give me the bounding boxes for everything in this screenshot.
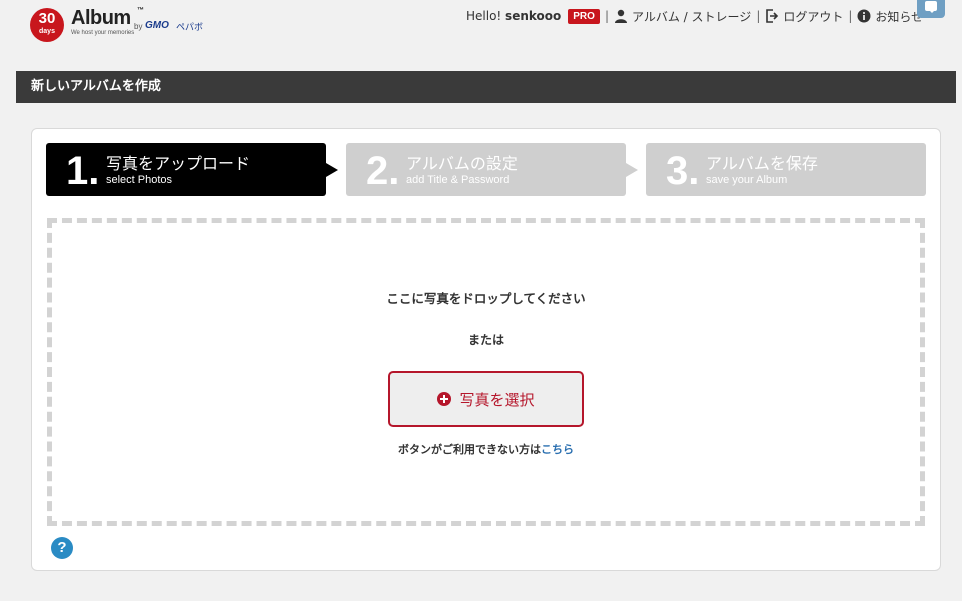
step-label: アルバムを保存 xyxy=(706,154,818,173)
step-sublabel: save your Album xyxy=(706,174,788,186)
nav-logout-link[interactable]: ログアウト xyxy=(765,8,843,25)
greeting: Hello! senkooo xyxy=(466,9,561,23)
logo-badge: 30 days xyxy=(30,8,64,42)
select-photos-label: 写真を選択 xyxy=(459,390,535,409)
step-3-save: 3. アルバムを保存 save your Album xyxy=(646,143,926,196)
help-icon[interactable]: ? xyxy=(51,537,73,559)
logo-pepabo: ペパボ xyxy=(176,22,204,32)
top-nav: Hello! senkooo PRO | アルバム / ストレージ | ログアウ… xyxy=(466,7,923,25)
logo-by: by xyxy=(134,22,143,31)
step-1-upload: 1. 写真をアップロード select Photos xyxy=(46,143,338,196)
step-number: 1. xyxy=(66,149,100,193)
logo[interactable]: 30 days Album ™ by GMO ペパボ We host your … xyxy=(30,7,215,43)
user-icon xyxy=(614,9,627,23)
step-label: アルバムの設定 xyxy=(406,154,518,173)
step-sublabel: add Title & Password xyxy=(406,174,510,186)
step-number: 2. xyxy=(366,149,400,193)
step-2-settings: 2. アルバムの設定 add Title & Password xyxy=(346,143,638,196)
logo-trademark: ™ xyxy=(137,7,144,14)
logo-gmo: GMO xyxy=(145,20,169,31)
select-photos-button[interactable]: 写真を選択 xyxy=(388,371,584,427)
logo-days: days xyxy=(39,28,55,35)
logo-name: Album xyxy=(71,7,131,29)
upload-panel: 1. 写真をアップロード select Photos 2. アルバムの設定 ad… xyxy=(31,128,941,571)
username: senkooo xyxy=(505,9,562,23)
logo-tagline: We host your memories xyxy=(71,30,135,36)
or-label: または xyxy=(467,333,504,347)
fallback-prefix: ボタンがご利用できない方は xyxy=(398,443,541,456)
pro-badge: PRO xyxy=(568,8,600,24)
feedback-button[interactable] xyxy=(917,0,945,18)
step-number: 3. xyxy=(666,149,700,193)
nav-news-link[interactable]: お知らせ xyxy=(857,8,923,25)
step-arrow xyxy=(626,163,638,177)
logout-icon xyxy=(766,9,779,23)
nav-separator: | xyxy=(756,9,761,23)
plus-circle-icon xyxy=(437,392,452,406)
nav-album-storage-label: アルバム / ストレージ xyxy=(631,9,752,24)
greeting-prefix: Hello! xyxy=(466,9,506,23)
nav-separator: | xyxy=(848,9,853,23)
step-arrow xyxy=(326,163,338,177)
speech-bubble-icon xyxy=(925,1,937,13)
logo-number: 30 xyxy=(38,10,56,27)
info-icon xyxy=(857,9,871,23)
page-title: 新しいアルバムを作成 xyxy=(16,71,956,103)
fallback-text: ボタンがご利用できない方はこちら xyxy=(52,441,920,457)
fallback-link[interactable]: こちら xyxy=(541,443,574,456)
step-sublabel: select Photos xyxy=(106,174,173,186)
drop-instructions: ここに写真をドロップしてください xyxy=(386,291,586,306)
nav-logout-label: ログアウト xyxy=(783,9,844,24)
step-label: 写真をアップロード xyxy=(106,154,251,173)
photo-dropzone[interactable]: ここに写真をドロップしてください または 写真を選択 ボタンがご利用できない方は… xyxy=(47,218,925,526)
nav-separator: | xyxy=(604,9,609,23)
nav-album-storage-link[interactable]: アルバム / ストレージ xyxy=(614,8,751,25)
